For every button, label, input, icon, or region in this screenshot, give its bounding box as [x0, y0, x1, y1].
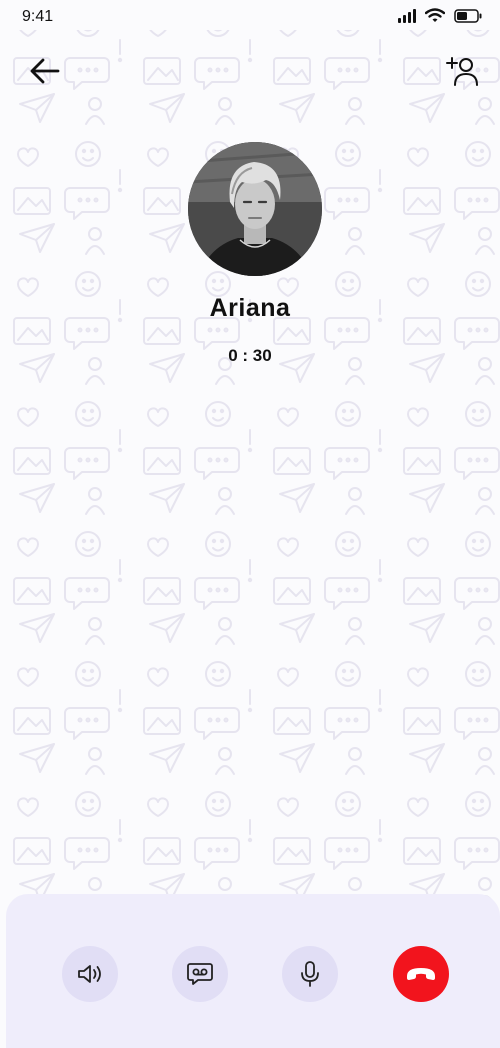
end-call-button[interactable]: [393, 946, 449, 1002]
add-person-icon: [446, 57, 478, 86]
voicemail-icon: [187, 963, 213, 985]
back-button[interactable]: [28, 56, 62, 86]
microphone-button[interactable]: [282, 946, 338, 1002]
status-icons: [398, 8, 482, 23]
voicemail-button[interactable]: [172, 946, 228, 1002]
arrow-left-icon: [30, 58, 60, 84]
status-time: 9:41: [22, 8, 54, 25]
microphone-icon: [301, 961, 319, 987]
add-person-button[interactable]: [446, 54, 480, 88]
caller-name: Ariana: [209, 294, 291, 322]
wifi-icon: [425, 8, 445, 22]
end-call-icon: [407, 968, 435, 980]
speaker-button[interactable]: [62, 946, 118, 1002]
call-control-panel: [6, 894, 500, 1048]
status-bar: 9:41: [0, 0, 500, 34]
caller-avatar: [188, 142, 322, 276]
battery-icon: [454, 8, 482, 23]
signal-icon: [398, 8, 416, 23]
call-timer: 0 : 30: [228, 346, 272, 365]
speaker-icon: [78, 965, 101, 983]
